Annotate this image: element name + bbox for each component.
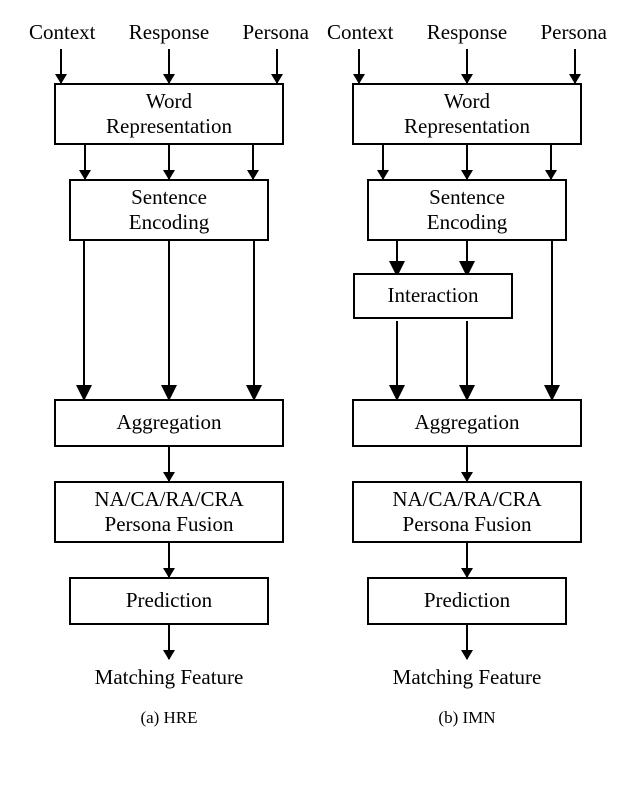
input-context: Context — [327, 20, 394, 45]
label: Prediction — [369, 588, 565, 613]
arrows-sent-to-aggr — [49, 241, 289, 399]
caption-imn: (b) IMN — [438, 708, 495, 728]
column-imn: Context Response Persona Word Representa… — [327, 20, 607, 728]
label: NA/CA/RA/CRA — [56, 487, 282, 512]
box-prediction: Prediction — [69, 577, 269, 625]
input-context: Context — [29, 20, 96, 45]
label: Sentence — [369, 185, 565, 210]
output-label: Matching Feature — [393, 665, 542, 690]
box-sentence-encoding: Sentence Encoding — [69, 179, 269, 241]
column-hre: Context Response Persona Word Representa… — [29, 20, 309, 728]
box-persona-fusion: NA/CA/RA/CRA Persona Fusion — [352, 481, 582, 543]
output-label: Matching Feature — [95, 665, 244, 690]
arrow-pred-to-output — [367, 625, 567, 659]
input-response: Response — [427, 20, 508, 45]
arrow-fusion-to-pred — [69, 543, 269, 577]
label: Persona Fusion — [56, 512, 282, 537]
label: Prediction — [71, 588, 267, 613]
arrows-word-to-sent — [382, 145, 552, 179]
label: Encoding — [71, 210, 267, 235]
inputs-row: Context Response Persona — [327, 20, 607, 45]
label: Representation — [56, 114, 282, 139]
input-persona: Persona — [541, 20, 608, 45]
label: Word — [56, 89, 282, 114]
box-word-representation: Word Representation — [352, 83, 582, 145]
diagram-container: Context Response Persona Word Representa… — [10, 20, 626, 728]
box-aggregation: Aggregation — [54, 399, 284, 447]
inputs-row: Context Response Persona — [29, 20, 309, 45]
arrow-aggr-to-fusion — [69, 447, 269, 481]
box-interaction: Interaction — [353, 273, 513, 319]
label: Aggregation — [354, 410, 580, 435]
arrows-word-to-sent — [84, 145, 254, 179]
arrows-sent-interaction-aggr: Interaction — [337, 241, 597, 399]
label: Aggregation — [56, 410, 282, 435]
input-response: Response — [129, 20, 210, 45]
label: Encoding — [369, 210, 565, 235]
label: NA/CA/RA/CRA — [354, 487, 580, 512]
box-prediction: Prediction — [367, 577, 567, 625]
arrow-pred-to-output — [69, 625, 269, 659]
label: Representation — [354, 114, 580, 139]
caption-hre: (a) HRE — [140, 708, 197, 728]
input-persona: Persona — [243, 20, 310, 45]
arrows-inputs-to-word — [60, 49, 278, 83]
arrow-fusion-to-pred — [367, 543, 567, 577]
label: Interaction — [355, 283, 511, 308]
label: Persona Fusion — [354, 512, 580, 537]
box-sentence-encoding: Sentence Encoding — [367, 179, 567, 241]
box-word-representation: Word Representation — [54, 83, 284, 145]
label: Word — [354, 89, 580, 114]
label: Sentence — [71, 185, 267, 210]
box-aggregation: Aggregation — [352, 399, 582, 447]
arrows-inputs-to-word — [358, 49, 576, 83]
box-persona-fusion: NA/CA/RA/CRA Persona Fusion — [54, 481, 284, 543]
arrow-aggr-to-fusion — [367, 447, 567, 481]
